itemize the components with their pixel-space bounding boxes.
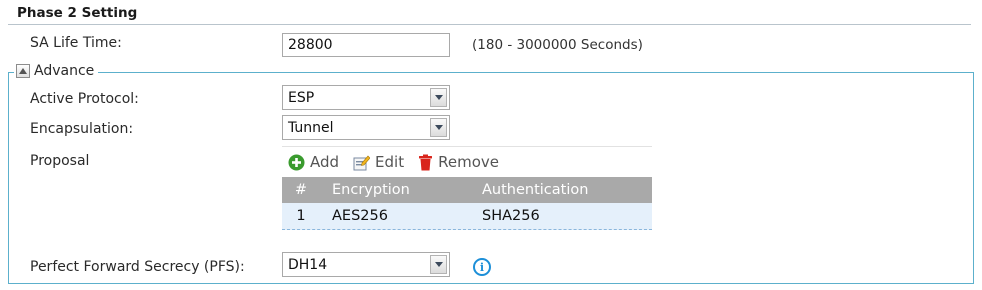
column-header-encryption[interactable]: Encryption [320, 182, 482, 198]
advance-legend-label: Advance [34, 63, 95, 79]
sa-life-time-input[interactable] [282, 33, 450, 57]
encapsulation-label: Encapsulation: [30, 121, 134, 137]
section-title: Phase 2 Setting [17, 5, 138, 21]
proposal-toolbar: Add Edit Remove [282, 146, 652, 177]
chevron-down-icon[interactable] [430, 118, 447, 137]
remove-button[interactable]: Remove [418, 153, 499, 171]
column-header-authentication[interactable]: Authentication [482, 182, 652, 198]
collapse-up-icon[interactable] [16, 64, 30, 78]
table-row[interactable]: 1 AES256 SHA256 [282, 203, 652, 230]
proposal-label: Proposal [30, 153, 90, 169]
edit-button[interactable]: Edit [353, 153, 404, 171]
remove-button-label: Remove [438, 153, 499, 171]
pfs-label: Perfect Forward Secrecy (PFS): [30, 259, 245, 275]
edit-pencil-icon [353, 155, 371, 170]
info-icon[interactable]: i [473, 258, 491, 276]
advance-legend: Advance [14, 63, 99, 79]
row-authentication: SHA256 [482, 208, 540, 224]
active-protocol-value: ESP [288, 89, 315, 106]
row-encryption: AES256 [332, 208, 388, 224]
table-header: # Encryption Authentication [282, 177, 652, 203]
add-button[interactable]: Add [288, 153, 339, 171]
add-button-label: Add [310, 153, 340, 171]
sa-life-time-range-hint: (180 - 3000000 Seconds) [472, 37, 643, 53]
active-protocol-select[interactable]: ESP [282, 85, 450, 110]
pfs-value: DH14 [288, 256, 328, 273]
column-header-number[interactable]: # [282, 182, 320, 198]
row-number: 1 [296, 208, 306, 224]
encapsulation-value: Tunnel [288, 119, 334, 136]
chevron-down-icon[interactable] [430, 88, 447, 107]
section-divider [8, 24, 971, 25]
pfs-select[interactable]: DH14 [282, 252, 450, 277]
trash-icon [419, 154, 433, 170]
proposal-table: # Encryption Authentication 1 AES256 SHA… [282, 177, 652, 230]
sa-life-time-label: SA Life Time: [30, 35, 122, 51]
chevron-down-icon[interactable] [430, 255, 447, 274]
edit-button-label: Edit [375, 153, 405, 171]
encapsulation-select[interactable]: Tunnel [282, 115, 450, 140]
active-protocol-label: Active Protocol: [30, 91, 139, 107]
plus-circle-icon [288, 154, 305, 170]
